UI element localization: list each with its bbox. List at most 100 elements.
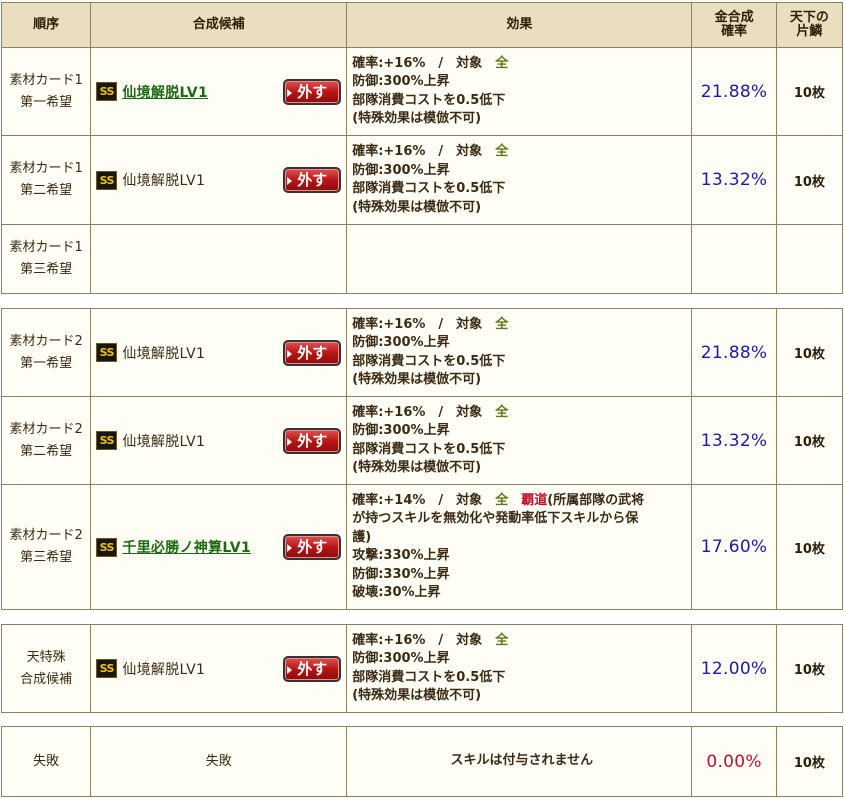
scale-count: 10枚: [775, 47, 844, 136]
table-row: 素材カード1 第三希望: [0, 224, 844, 294]
effect-line: 確率:+16% / 対象: [352, 404, 496, 420]
table-row: 天特殊合成候補 SS 仙境解脱LV1 外す 確率:+16% / 対象 全 防御:3…: [0, 624, 844, 713]
header-candidate: 合成候補: [90, 2, 348, 48]
effect-line: 部隊消費コストを0.5低下: [352, 669, 506, 685]
remove-button[interactable]: 外す: [283, 167, 342, 193]
table-row: 素材カード1 第二希望 SS 仙境解脱LV1 外す 確率:+16% / 対象 全 防…: [0, 135, 844, 225]
header-scale-line1: 天下の: [789, 10, 829, 25]
order-cell: 素材カード1 第二希望: [0, 135, 92, 225]
order-cell: 素材カード2 第一希望: [0, 308, 92, 397]
target-all-label: 全: [495, 632, 509, 648]
candidate-cell: SS 仙境解脱LV1 外す: [90, 308, 348, 397]
effect-cell: 確率:+14% / 対象 全 覇道(所属部隊の武将 が持つスキルを無効化や発動率…: [346, 484, 693, 610]
order-cell: 素材カード1 第一希望: [0, 47, 92, 136]
order-label: 素材カード1: [9, 161, 83, 176]
remove-button[interactable]: 外す: [283, 427, 342, 454]
order-label: 素材カード1: [9, 72, 83, 88]
effect-line: (特殊効果は模倣不可): [352, 111, 482, 126]
order-failure: 失敗: [0, 726, 92, 797]
order-label: 素材カード2: [9, 421, 83, 437]
effect-line: 確率:+16% / 対象: [352, 632, 496, 648]
scale-count: 10枚: [775, 396, 844, 485]
ss-rank-badge: SS: [96, 82, 118, 101]
effect-line: 部隊消費コストを0.5低下: [352, 441, 506, 457]
candidate-cell: SS 仙境解脱LV1 外す: [90, 47, 348, 136]
order-cell: 天特殊 合成候補: [0, 624, 92, 713]
header-scale-line2: 片鱗: [796, 24, 823, 39]
scale-count: 10枚: [775, 308, 844, 397]
effect-line: 防御:300%上昇: [352, 651, 450, 666]
effect-cell: 確率:+16% / 対象 全 防御:300%上昇 部隊消費コストを0.5低下 (…: [346, 135, 693, 225]
table-row: 素材カード2 第三希望 SS 千里必勝ノ神算LV1 外す 確率:+14% / 対象 …: [0, 484, 844, 610]
effect-line: 確率:+16% / 対象: [352, 55, 496, 71]
skill-name-link[interactable]: 仙境解脱LV1: [122, 82, 208, 102]
ss-rank-badge: SS: [96, 537, 118, 557]
effect-cell: 確率:+16% / 対象 全 防御:300%上昇 部隊消費コストを0.5低下 (…: [346, 47, 693, 136]
table-row: 素材カード1 第一希望 SS 仙境解脱LV1 外す 確率:+16% / 対象 全 防…: [0, 47, 844, 136]
skill-name: 仙境解脱LV1: [122, 661, 206, 678]
effect-line: 部隊消費コストを0.5低下: [352, 92, 506, 108]
header-rate-line2: 確率: [721, 24, 748, 39]
target-all-label: 全: [495, 55, 509, 71]
effect-cell-empty: [346, 224, 693, 294]
order-label: 天特殊: [26, 649, 66, 665]
order-label: 素材カード2: [9, 528, 83, 543]
table-row: 素材カード2 第一希望 SS 仙境解脱LV1 外す 確率:+16% / 対象 全 防…: [0, 308, 844, 397]
order-preference: 第一希望: [20, 94, 73, 110]
candidate-cell-empty: [90, 224, 348, 294]
effect-line: 防御:330%上昇: [352, 566, 450, 582]
effect-line: (特殊効果は模倣不可): [352, 372, 482, 387]
ss-rank-badge: SS: [96, 343, 118, 362]
rate-value: 12.00%: [691, 624, 777, 713]
order-cell: 素材カード1 第三希望: [0, 224, 92, 294]
remove-button[interactable]: 外す: [283, 534, 342, 560]
target-all-label: 全: [495, 404, 509, 420]
effect-cell: 確率:+16% / 対象 全 防御:300%上昇 部隊消費コストを0.5低下 (…: [346, 308, 693, 397]
scale-count: 10枚: [775, 484, 844, 610]
rate-cell-empty: [691, 224, 777, 294]
order-cell: 素材カード2 第三希望: [0, 484, 92, 610]
candidate-cell: SS 仙境解脱LV1 外す: [90, 624, 348, 713]
effect-line: 確率:+16% / 対象: [352, 316, 496, 332]
scale-count: 10枚: [775, 135, 844, 225]
effect-line: (特殊効果は模倣不可): [352, 460, 482, 475]
effect-line: (所属部隊の武将: [547, 492, 645, 508]
skill-name: 仙境解脱LV1: [122, 433, 206, 450]
effect-line: が持つスキルを無効化や発動率低下スキルから保: [352, 511, 639, 526]
remove-button[interactable]: 外す: [283, 655, 342, 682]
order-label: 素材カード1: [9, 240, 83, 255]
ss-rank-badge: SS: [96, 170, 118, 190]
table-header: 順序 合成候補 効果 金合成 確率 天下の 片鱗: [0, 2, 844, 48]
order-preference: 第一希望: [20, 355, 73, 371]
group-material-card-1: 順序 合成候補 効果 金合成 確率 天下の 片鱗 素材カード1 第一希望 SS 仙境解脱…: [0, 2, 844, 294]
rate-value: 13.32%: [691, 396, 777, 485]
candidate-cell: SS 仙境解脱LV1 外す: [90, 135, 348, 225]
effect-line: 防御:300%上昇: [352, 335, 450, 350]
effect-line: 防御:300%上昇: [352, 423, 450, 438]
order-preference: 合成候補: [20, 671, 73, 687]
remove-button[interactable]: 外す: [283, 339, 342, 366]
effect-line: 護): [352, 529, 372, 545]
header-order: 順序: [0, 2, 92, 48]
effect-line: 部隊消費コストを0.5低下: [352, 181, 506, 196]
header-rate-line1: 金合成: [714, 10, 754, 25]
ss-rank-badge: SS: [96, 659, 118, 678]
table-row: 素材カード2 第二希望 SS 仙境解脱LV1 外す 確率:+16% / 対象 全 防…: [0, 396, 844, 485]
rate-value: 0.00%: [691, 726, 777, 797]
scale-count: 10枚: [775, 726, 844, 797]
effect-cell: 確率:+16% / 対象 全 防御:300%上昇 部隊消費コストを0.5低下 (…: [346, 396, 693, 485]
header-rate: 金合成 確率: [691, 2, 777, 48]
effect-line: 攻撃:330%上昇: [352, 548, 450, 563]
order-label: 素材カード2: [9, 333, 83, 349]
skill-name: 仙境解脱LV1: [122, 345, 206, 362]
order-preference: 第二希望: [20, 183, 73, 198]
table-row: 失敗 失敗 スキルは付与されません 0.00% 10枚: [0, 726, 844, 797]
effect-cell: 確率:+16% / 対象 全 防御:300%上昇 部隊消費コストを0.5低下 (…: [346, 624, 693, 713]
hado-label: 覇道: [521, 492, 548, 508]
candidate-failure: 失敗: [90, 726, 348, 797]
remove-button[interactable]: 外す: [283, 78, 342, 105]
target-all-label: 全: [495, 316, 509, 332]
ss-rank-badge: SS: [96, 431, 118, 450]
effect-line: 部隊消費コストを0.5低下: [352, 353, 506, 369]
skill-name-link[interactable]: 千里必勝ノ神算LV1: [122, 537, 251, 557]
